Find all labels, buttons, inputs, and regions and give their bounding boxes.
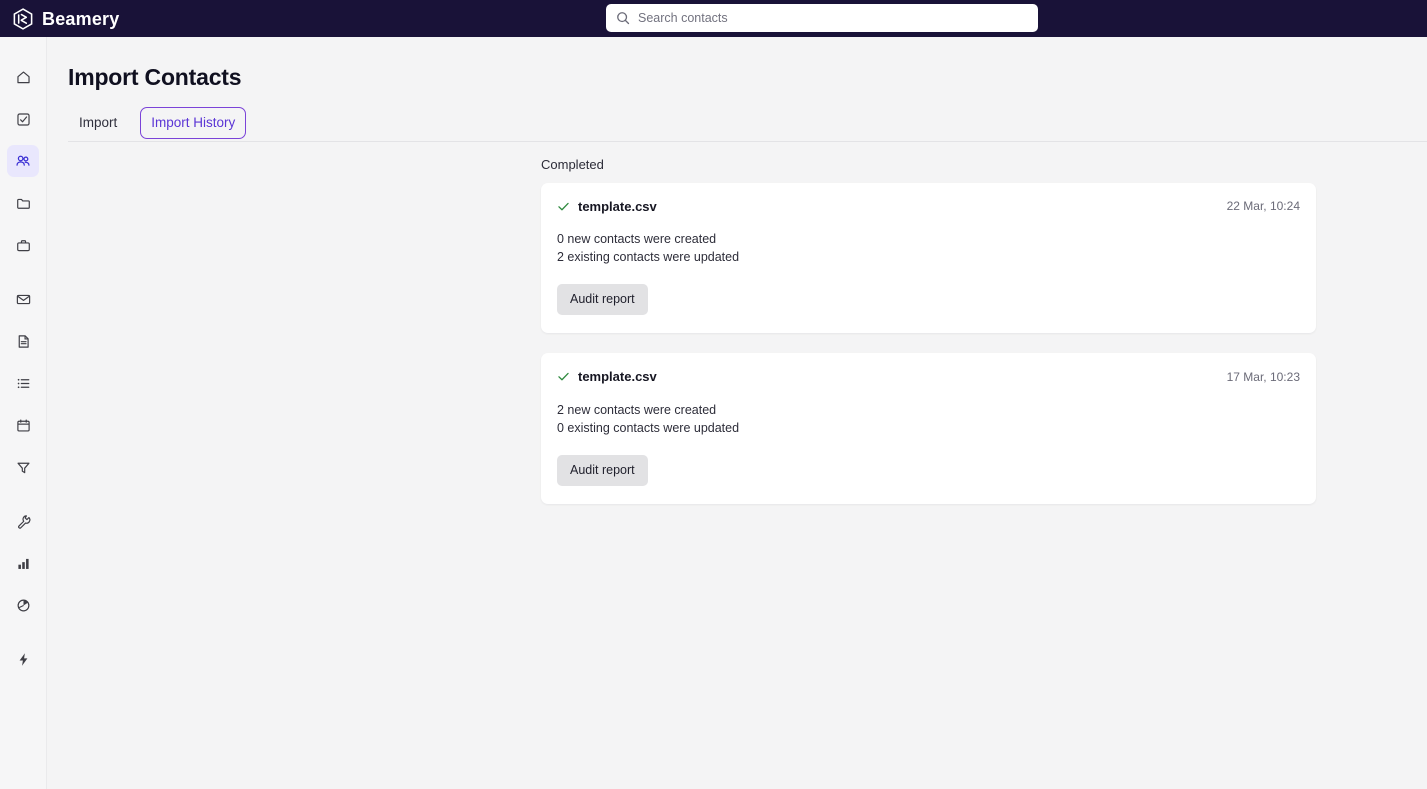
wrench-icon	[17, 514, 30, 529]
list-icon	[17, 378, 29, 388]
tab-import[interactable]: Import	[68, 107, 128, 139]
top-bar: Beamery	[0, 0, 1427, 37]
sidebar-item-filters[interactable]	[7, 451, 39, 483]
import-file-name: template.csv	[578, 198, 657, 214]
page-title: Import Contacts	[68, 64, 242, 90]
sidebar-item-calendar[interactable]	[7, 409, 39, 441]
import-history-card: template.csv 22 Mar, 10:24 0 new contact…	[541, 182, 1316, 334]
sidebar-item-documents[interactable]	[7, 325, 39, 357]
import-history-panel: Completed template.csv 22 Mar, 10:24 0 n…	[541, 157, 1316, 524]
sidebar-item-contacts[interactable]	[7, 145, 39, 177]
sidebar-item-tasks[interactable]	[7, 103, 39, 135]
card-header: template.csv 22 Mar, 10:24	[557, 199, 1300, 215]
import-timestamp: 22 Mar, 10:24	[1226, 199, 1300, 214]
check-icon	[558, 373, 569, 381]
bar-chart-icon	[17, 558, 29, 569]
updated-count-line: 0 existing contacts were updated	[557, 420, 740, 435]
lightning-icon	[19, 652, 27, 666]
audit-report-button[interactable]: Audit report	[557, 454, 648, 486]
search-input[interactable]	[638, 4, 1028, 32]
check-icon	[558, 202, 569, 211]
home-icon	[16, 70, 30, 83]
search-icon	[617, 12, 630, 25]
folder-icon	[16, 198, 30, 209]
search-box[interactable]	[606, 4, 1038, 32]
tab-bar: Import Import History	[68, 107, 1427, 142]
sidebar-nav	[0, 37, 47, 789]
sidebar-item-home[interactable]	[7, 61, 39, 93]
sidebar-item-tools[interactable]	[7, 505, 39, 537]
briefcase-icon	[16, 239, 30, 251]
brand-logo[interactable]: Beamery	[12, 0, 119, 37]
audit-report-button[interactable]: Audit report	[557, 284, 648, 316]
tab-import-history[interactable]: Import History	[140, 107, 247, 140]
main-content: Import Contacts Import Import History Co…	[47, 37, 1427, 789]
sidebar-item-vacancies[interactable]	[7, 229, 39, 261]
updated-count-line: 2 existing contacts were updated	[557, 250, 740, 265]
import-history-card: template.csv 17 Mar, 10:23 2 new contact…	[541, 353, 1316, 504]
import-timestamp: 17 Mar, 10:23	[1226, 369, 1300, 384]
sidebar-item-analytics[interactable]	[7, 547, 39, 579]
people-icon	[16, 155, 30, 166]
card-header: template.csv 17 Mar, 10:23	[557, 369, 1300, 385]
pie-chart-icon	[17, 599, 29, 611]
card-summary: 0 new contacts were created 2 existing c…	[557, 230, 1300, 266]
envelope-icon	[16, 294, 30, 304]
sidebar-item-automations[interactable]	[7, 643, 39, 675]
sidebar-item-messages[interactable]	[7, 283, 39, 315]
created-count-line: 0 new contacts were created	[557, 232, 717, 247]
import-file-name: template.csv	[578, 369, 657, 385]
beamery-hexagon-logo-icon	[13, 7, 33, 30]
created-count-line: 2 new contacts were created	[557, 402, 717, 417]
sidebar-item-lists[interactable]	[7, 367, 39, 399]
calendar-icon	[16, 418, 30, 432]
document-icon	[18, 334, 29, 348]
card-file-info: template.csv	[557, 199, 657, 215]
card-summary: 2 new contacts were created 0 existing c…	[557, 401, 1300, 437]
card-file-info: template.csv	[557, 369, 657, 385]
brand-name: Beamery	[42, 8, 120, 29]
funnel-icon	[16, 462, 30, 473]
sidebar-item-reports[interactable]	[7, 589, 39, 621]
sidebar-item-pools[interactable]	[7, 187, 39, 219]
task-check-icon	[16, 112, 30, 126]
section-label-completed: Completed	[541, 157, 604, 172]
global-search[interactable]	[606, 4, 1038, 32]
